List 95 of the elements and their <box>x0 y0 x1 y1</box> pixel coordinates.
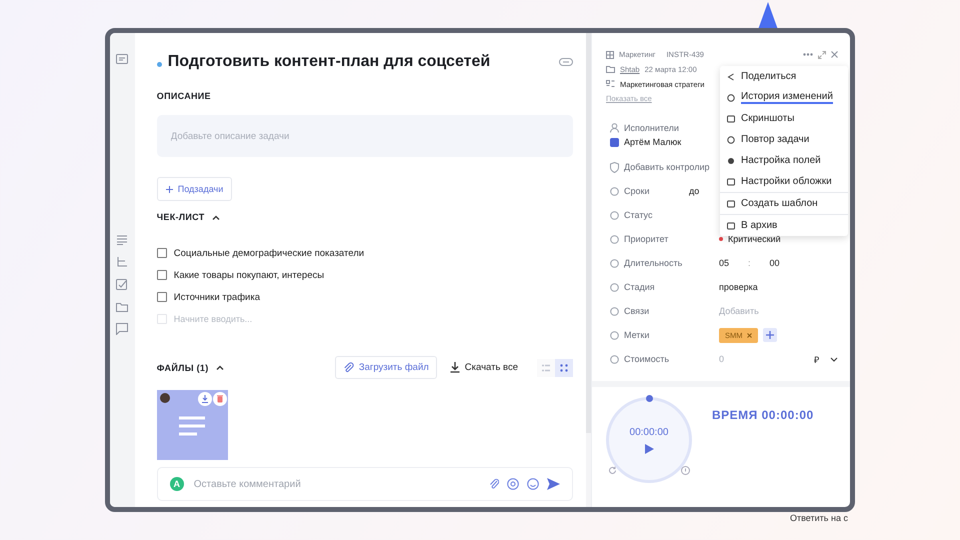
add-tag-button[interactable] <box>762 328 776 342</box>
field-label: Сроки <box>624 186 650 196</box>
menu-item[interactable]: История изменений <box>720 87 848 108</box>
field-icon <box>610 258 619 268</box>
mention-icon[interactable] <box>507 478 520 490</box>
folder-icon <box>606 66 615 73</box>
avatar: A <box>170 477 184 491</box>
field-label: Стадия <box>624 282 656 292</box>
grid-icon <box>606 50 614 58</box>
grid-icon <box>560 364 568 372</box>
paperclip-icon <box>342 362 354 373</box>
send-icon[interactable] <box>547 478 560 490</box>
field-label: Стоимость <box>624 354 670 364</box>
shield-icon <box>610 162 619 172</box>
person-icon <box>610 123 619 133</box>
more-icon[interactable] <box>803 53 813 56</box>
menu-item[interactable]: Скриншоты <box>720 108 848 129</box>
reset-icon[interactable] <box>608 466 617 475</box>
minutes-value[interactable]: 00 <box>770 258 780 268</box>
checkbox[interactable] <box>156 292 167 302</box>
menu-item[interactable]: В архив <box>720 215 848 236</box>
file-thumbnail[interactable] <box>156 390 228 460</box>
list-icon[interactable] <box>116 235 128 245</box>
caret-icon[interactable] <box>212 214 220 220</box>
field-label: Метки <box>624 330 650 340</box>
field-label: Приоритет <box>624 234 670 244</box>
plus-icon <box>166 186 173 192</box>
menu-item[interactable]: Настройка полей <box>720 150 848 171</box>
assignee-name[interactable]: Артём Малюк <box>624 137 682 147</box>
subtasks-icon[interactable] <box>116 256 128 268</box>
timer-handle[interactable] <box>646 395 653 402</box>
link-icon[interactable] <box>559 58 574 66</box>
list-icon <box>542 364 550 372</box>
remove-icon[interactable] <box>746 332 752 338</box>
field-icon <box>610 186 619 196</box>
chevron-icon[interactable] <box>830 356 838 362</box>
field-icon <box>610 354 619 364</box>
field-value[interactable]: проверка <box>719 282 758 292</box>
currency-select[interactable]: ₽ <box>814 352 819 366</box>
close-icon[interactable] <box>831 51 838 58</box>
upload-button[interactable]: Загрузить файл <box>334 356 437 379</box>
timer-clock: 00:00:00 <box>630 426 668 438</box>
section-heading: ЧЕК-ЛИСТ <box>156 212 205 222</box>
download-button[interactable]: Скачать все <box>444 357 524 378</box>
menu-item[interactable]: Повтор задачи <box>720 129 848 150</box>
field-icon <box>610 210 619 220</box>
time-separator: : <box>748 258 751 268</box>
field-label: Длительность <box>624 258 684 268</box>
task-title: Подготовить контент-план для соцсетей <box>168 53 492 71</box>
paperclip-icon[interactable] <box>489 478 500 490</box>
trash-icon[interactable] <box>212 392 227 406</box>
hours-value[interactable]: 05 <box>719 258 730 268</box>
description-icon[interactable] <box>116 54 128 64</box>
folder-icon[interactable] <box>116 302 128 312</box>
emoji-icon[interactable] <box>527 478 540 490</box>
checklist-item: Социальные демографические показатели <box>174 248 364 258</box>
menu-item[interactable]: Настройки обложки <box>720 171 848 192</box>
field-icon <box>610 282 619 292</box>
checklist-item: Источники трафика <box>174 292 260 302</box>
menu-item[interactable]: Создать шаблон <box>720 193 848 214</box>
field-label: Исполнители <box>624 123 679 133</box>
caret-icon[interactable] <box>216 365 224 370</box>
section-heading: ФАЙЛЫ (1) <box>156 362 209 372</box>
plus-icon <box>766 331 774 339</box>
info-icon[interactable] <box>681 466 690 475</box>
timer-title: ВРЕМЯ 00:00:00 <box>712 408 814 424</box>
checklist-item: Какие товары покупают, интересы <box>174 270 324 280</box>
checkbox[interactable] <box>156 270 167 280</box>
background-text: Ответить на с <box>790 513 848 523</box>
deadline-value[interactable]: до <box>689 186 700 196</box>
status-dot <box>156 62 162 66</box>
checklist-icon[interactable] <box>116 279 128 291</box>
add-controller-link[interactable]: Добавить контролир <box>624 162 710 172</box>
comment-icon[interactable] <box>116 323 128 335</box>
field-label: Статус <box>624 210 654 220</box>
grid-view-button[interactable] <box>555 358 574 376</box>
download-icon <box>450 362 460 373</box>
download-icon[interactable] <box>198 392 212 406</box>
field-label: Связи <box>624 306 650 316</box>
field-icon <box>610 306 619 316</box>
document-icon <box>178 416 205 436</box>
user-avatar <box>610 138 619 146</box>
play-icon[interactable] <box>644 444 654 454</box>
subtasks-button[interactable]: Подзадачи <box>156 177 232 201</box>
expand-icon[interactable] <box>818 50 826 58</box>
field-icon <box>610 330 619 340</box>
section-heading: ОПИСАНИЕ <box>156 91 212 101</box>
goal-icon <box>606 80 615 89</box>
menu-item[interactable]: Поделиться <box>720 66 848 87</box>
checkbox[interactable] <box>156 248 167 258</box>
field-icon <box>610 234 619 244</box>
description-field[interactable]: Добавьте описание задачи <box>156 115 574 157</box>
share-icon <box>727 72 735 80</box>
avatar <box>160 393 170 403</box>
priority-value[interactable]: Критический <box>728 234 781 244</box>
